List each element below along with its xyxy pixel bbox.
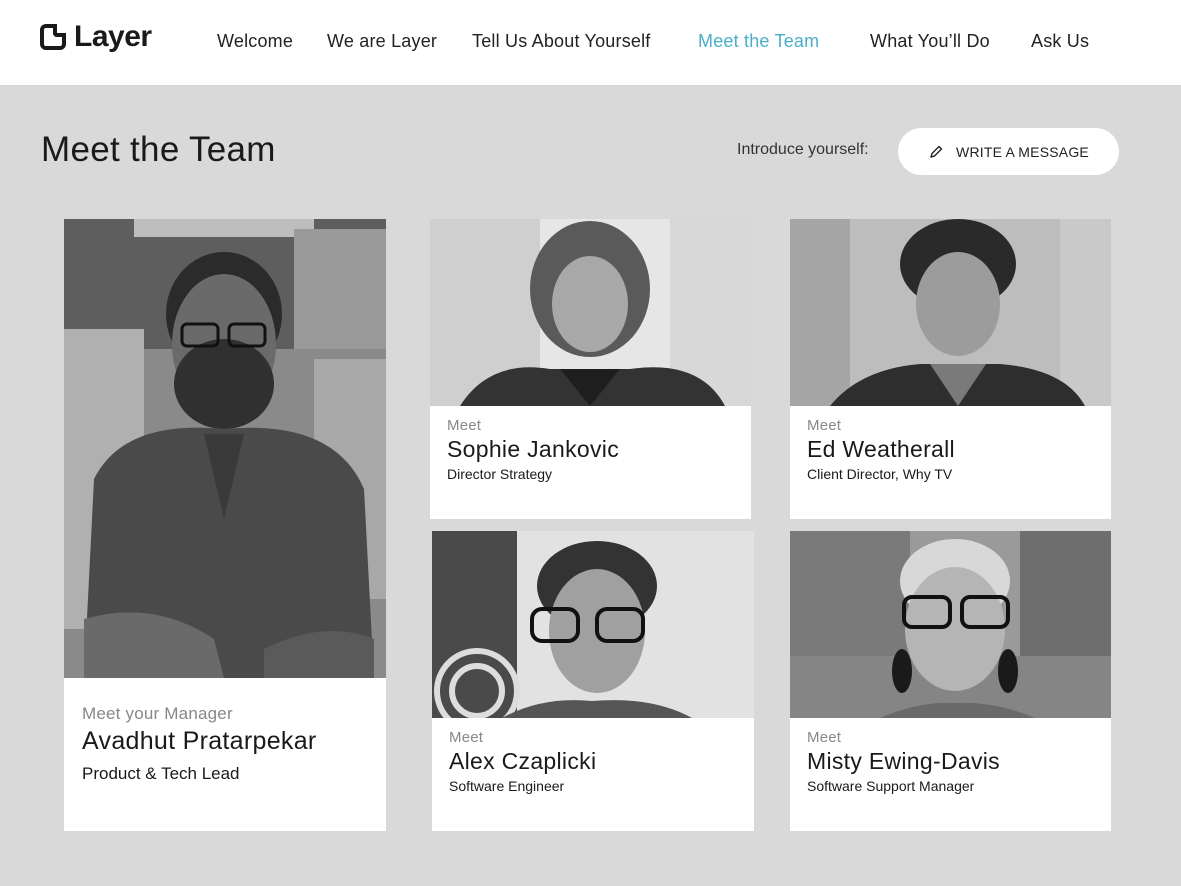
introduce-yourself-label: Introduce yourself: xyxy=(737,141,869,158)
team-meet-label: Meet xyxy=(449,729,484,746)
team-member-role: Software Engineer xyxy=(449,778,565,794)
manager-photo xyxy=(64,219,386,678)
team-member-role: Software Support Manager xyxy=(807,778,975,794)
team-card-alex-czaplicki[interactable]: Meet Alex Czaplicki Software Engineer xyxy=(432,531,754,831)
team-member-name: Alex Czaplicki xyxy=(449,748,597,774)
nav-tell-us-about-yourself[interactable]: Tell Us About Yourself xyxy=(472,31,651,52)
team-member-name: Sophie Jankovic xyxy=(447,436,619,462)
team-card-misty-ewing-davis[interactable]: Meet Misty Ewing-Davis Software Support … xyxy=(790,531,1111,831)
team-card-ed-weatherall[interactable]: Meet Ed Weatherall Client Director, Why … xyxy=(790,219,1111,519)
manager-meet-label: Meet your Manager xyxy=(82,704,233,723)
nav-we-are-layer[interactable]: We are Layer xyxy=(327,31,437,52)
nav-meet-the-team[interactable]: Meet the Team xyxy=(698,31,819,52)
nav-ask-us[interactable]: Ask Us xyxy=(1031,31,1089,52)
main-nav: Welcome We are Layer Tell Us About Yours… xyxy=(0,31,1181,55)
team-meet-label: Meet xyxy=(807,417,842,434)
nav-welcome[interactable]: Welcome xyxy=(217,31,293,52)
team-member-name: Ed Weatherall xyxy=(807,436,955,462)
team-member-role: Client Director, Why TV xyxy=(807,466,953,482)
team-member-photo xyxy=(790,219,1111,406)
page-title: Meet the Team xyxy=(41,130,276,169)
team-member-photo xyxy=(430,219,751,406)
team-member-role: Director Strategy xyxy=(447,466,553,482)
team-member-photo xyxy=(790,531,1111,718)
team-member-name: Misty Ewing-Davis xyxy=(807,748,1000,774)
team-meet-label: Meet xyxy=(447,417,482,434)
manager-card[interactable]: Meet your Manager Avadhut Pratarpekar Pr… xyxy=(64,219,386,831)
nav-what-youll-do[interactable]: What You’ll Do xyxy=(870,31,990,52)
team-meet-label: Meet xyxy=(807,729,842,746)
write-a-message-button[interactable]: WRITE A MESSAGE xyxy=(898,128,1119,175)
top-navigation-bar: Layer Welcome We are Layer Tell Us About… xyxy=(0,0,1181,85)
manager-name: Avadhut Pratarpekar xyxy=(82,727,317,755)
team-member-photo xyxy=(432,531,754,718)
manager-role: Product & Tech Lead xyxy=(82,764,240,783)
team-card-sophie-jankovic[interactable]: Meet Sophie Jankovic Director Strategy xyxy=(430,219,751,519)
pencil-icon xyxy=(928,144,944,160)
write-a-message-label: WRITE A MESSAGE xyxy=(956,143,1089,160)
